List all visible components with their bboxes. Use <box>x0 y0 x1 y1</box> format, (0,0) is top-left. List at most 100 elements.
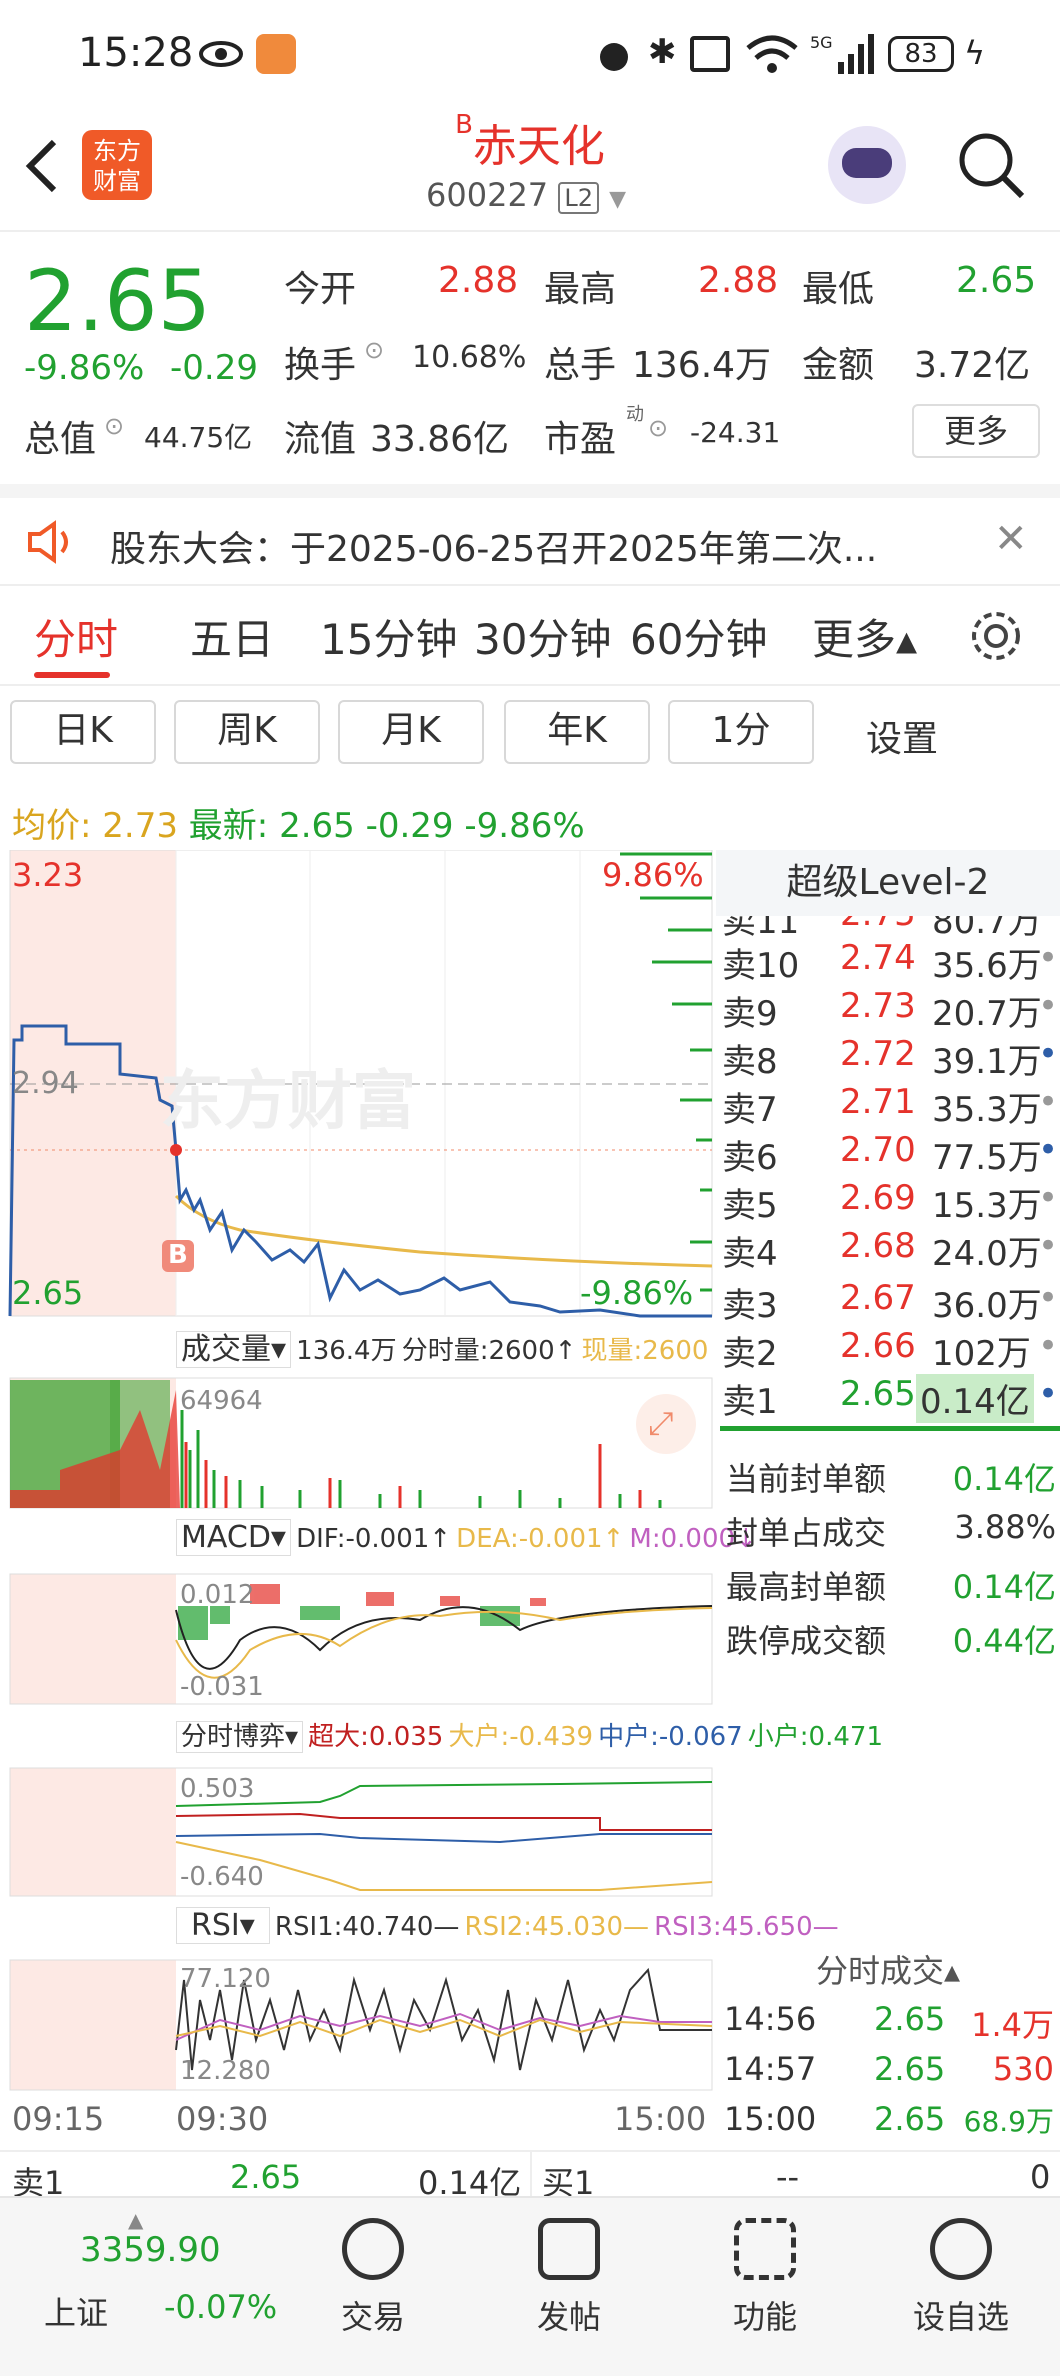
dot-icon: • <box>1038 1278 1059 1318</box>
time-axis-start: 09:15 <box>12 2100 105 2138</box>
close-icon[interactable]: ✕ <box>994 516 1028 562</box>
index-ticker[interactable]: ▲ 3359.90 上证 -0.07% <box>0 2208 300 2338</box>
boyi-chaoda-label: 超大:0.035 <box>308 1722 444 1752</box>
alarm-icon <box>600 43 628 71</box>
orderbook-rows[interactable]: 卖112.7580.7万 卖102.7435.6万• 卖92.7320.7万• … <box>716 916 1060 1276</box>
latest-pct: -9.86% <box>464 806 585 846</box>
stock-header: 东方 财富 B赤天化 600227 L2 ▼ <box>0 100 1060 232</box>
robot-avatar[interactable] <box>828 126 906 204</box>
nav-post[interactable]: 发帖 <box>494 2218 644 2338</box>
dot-icon: • <box>1038 1178 1059 1218</box>
nav-trade[interactable]: 交易 <box>298 2218 448 2338</box>
tab-60min[interactable]: 60分钟 <box>630 606 767 667</box>
info-icon-3[interactable]: ⊙ <box>648 414 668 442</box>
depth-bars <box>620 852 712 1292</box>
orderbook-row[interactable]: 卖2 2.66 102万 • <box>716 1326 1060 1374</box>
ob-vol: 0.14亿 <box>916 1374 1034 1423</box>
tick-vol: 530 <box>992 2050 1054 2088</box>
orderbook-row[interactable]: 卖1 2.65 0.14亿 • <box>716 1374 1060 1423</box>
ktab-1min[interactable]: 1分 <box>668 700 814 764</box>
rsi1-label: RSI1:40.740— <box>274 1912 460 1942</box>
ktab-week[interactable]: 周K <box>174 700 320 764</box>
buy-marker[interactable]: B <box>168 1240 188 1270</box>
caret-up-icon: ▲ <box>128 2208 144 2232</box>
code-dropdown-icon[interactable]: ▼ <box>609 187 626 212</box>
ob-price: 2.66 <box>840 1326 916 1366</box>
tick-time: 14:56 <box>724 2000 817 2038</box>
level-badge: L2 <box>558 182 599 214</box>
grid-icon <box>734 2218 796 2280</box>
stat-label: 最高封单额 <box>726 1568 887 1606</box>
orderbook-row: 卖5 2.69 15.3万 • <box>716 1178 1060 1226</box>
ktab-month[interactable]: 月K <box>338 700 484 764</box>
pe-label: 市盈 <box>544 419 617 460</box>
orderbook-panel: 超级Level-2 卖112.7580.7万 卖102.7435.6万• 卖92… <box>716 850 1060 2150</box>
tab-more[interactable]: 更多▴ <box>812 606 917 667</box>
stat-row: 当前封单额 0.14亿 <box>726 1454 1056 1508</box>
mcap-label: 总值 <box>24 419 97 460</box>
settings-gear-icon[interactable] <box>968 608 1024 664</box>
ob-vol: 77.5万 <box>932 1138 1042 1178</box>
turnover-label: 换手 <box>284 345 357 386</box>
tab-15min[interactable]: 15分钟 <box>320 606 457 667</box>
avg-label: 均价: <box>12 806 92 846</box>
info-icon-2[interactable]: ⊙ <box>104 412 124 440</box>
ob-vol: 39.1万 <box>932 1042 1042 1082</box>
stock-superscript: B <box>455 110 473 140</box>
volume-xianliang: 现量:2600 <box>581 1336 709 1366</box>
vol-red-lines <box>184 1442 642 1508</box>
tab-30min[interactable]: 30分钟 <box>474 606 611 667</box>
nav-watchlist[interactable]: 设自选 <box>886 2218 1036 2338</box>
ktab-year[interactable]: 年K <box>504 700 650 764</box>
rsi-selector[interactable]: RSI▾ <box>176 1907 270 1944</box>
boyi-selector[interactable]: 分时博弈▾ <box>176 1721 304 1753</box>
more-button[interactable]: 更多 <box>912 404 1040 458</box>
bottom-price-label: 2.65 <box>12 1274 84 1312</box>
wifi-icon <box>746 35 798 73</box>
rsi3-series <box>175 2018 713 2038</box>
app-notification-icon <box>256 34 296 74</box>
kline-tabs: 日K 周K 月K 年K 1分 设置 <box>0 700 1060 772</box>
last-price: 2.65 <box>24 252 212 350</box>
tab-wuri[interactable]: 五日 <box>190 606 274 667</box>
bid1-price: -- <box>776 2158 800 2196</box>
info-icon[interactable]: ⊙ <box>364 336 384 364</box>
ob-vol: 36.0万 <box>932 1286 1042 1326</box>
pe-superscript: 动 <box>626 404 644 425</box>
search-icon[interactable] <box>956 130 1026 200</box>
back-icon[interactable] <box>22 136 62 196</box>
ticks-title[interactable]: 分时成交▴ <box>716 1946 1060 1992</box>
amount-label: 金额 <box>802 345 875 386</box>
volume-selector[interactable]: 成交量▾ <box>176 1331 292 1368</box>
ob-price: 2.72 <box>840 1034 916 1074</box>
rsi-bottom: 12.280 <box>180 2056 271 2086</box>
macd-selector[interactable]: MACD▾ <box>176 1519 291 1556</box>
ob-price: 2.65 <box>840 1374 916 1414</box>
bottom-pct-label: -9.86% <box>580 1274 694 1312</box>
volume-value: 136.4万 <box>632 345 772 386</box>
macd-dif-label: DIF:-0.001↑ <box>296 1524 452 1554</box>
change-pct: -9.86% <box>24 348 145 388</box>
ktab-settings[interactable]: 设置 <box>866 710 938 762</box>
stat-row: 最高封单额 0.14亿 <box>726 1562 1056 1616</box>
stock-code-row: 600227 L2 ▼ <box>426 176 626 214</box>
tick-row: 14:56 2.65 1.4万 <box>724 2000 1054 2050</box>
orderbook-row: 卖10 2.74 35.6万 • <box>716 938 1060 986</box>
dot-icon: • <box>1038 986 1059 1026</box>
change-value: -0.29 <box>170 348 258 388</box>
intraday-chart[interactable]: 东方财富 3.23 9.86% 2.94 2.65 -9.86% B 成交量▾ … <box>0 850 883 2150</box>
low-label: 最低 <box>802 269 875 310</box>
level2-title[interactable]: 超级Level-2 <box>716 850 1060 916</box>
orderbook-row[interactable]: 卖3 2.67 36.0万 • <box>716 1278 1060 1326</box>
tick-row: 14:57 2.65 530 <box>724 2050 1054 2100</box>
nav-trade-label: 交易 <box>340 2298 405 2336</box>
tick-time: 15:00 <box>724 2100 817 2138</box>
tick-vol: 68.9万 <box>963 2105 1054 2138</box>
notice-bar[interactable]: 股东大会：于2025-06-25召开2025年第二次... ✕ <box>0 484 1060 586</box>
ktab-day[interactable]: 日K <box>10 700 156 764</box>
tab-fenshi[interactable]: 分时 <box>34 606 118 667</box>
stat-label: 封单占成交 <box>726 1514 887 1552</box>
expand-icon[interactable]: ⤢ <box>648 1404 674 1443</box>
trade-icon <box>342 2218 404 2280</box>
nav-functions[interactable]: 功能 <box>690 2218 840 2338</box>
